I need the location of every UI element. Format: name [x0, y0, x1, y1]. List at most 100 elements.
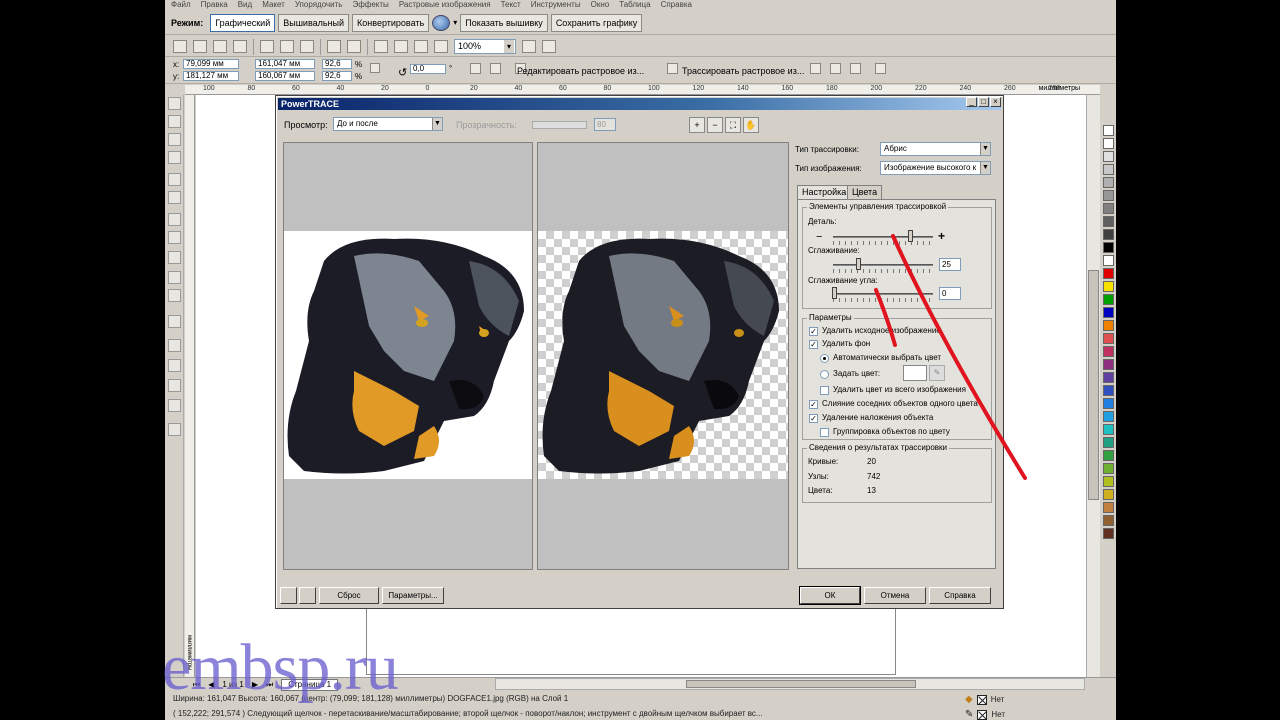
options-icon[interactable]	[542, 40, 556, 53]
y-position-field[interactable]: 181,127 мм	[183, 71, 239, 81]
tab-colors[interactable]: Цвета	[847, 185, 883, 199]
interactive-fill-icon[interactable]	[168, 399, 181, 412]
ellipse-tool-icon[interactable]	[168, 231, 181, 244]
preview-before-pane[interactable]	[283, 142, 533, 570]
eyedropper-icon[interactable]	[168, 339, 181, 352]
show-embroidery-button[interactable]: Показать вышивку	[460, 13, 548, 32]
color-swatch[interactable]	[1103, 216, 1114, 227]
wrap-text-icon[interactable]	[875, 63, 886, 74]
color-swatch[interactable]	[1103, 346, 1114, 357]
vertical-ruler[interactable]: миллиметры	[185, 95, 195, 685]
color-swatch-button[interactable]	[903, 365, 927, 381]
angle-field[interactable]: 0,0	[410, 64, 446, 74]
eyedropper-icon[interactable]: ✎	[929, 365, 945, 381]
corner-slider-thumb[interactable]	[832, 287, 837, 299]
menu-item[interactable]: Упорядочить	[295, 0, 343, 9]
tab-settings[interactable]: Настройка	[797, 185, 852, 199]
menu-item[interactable]: Таблица	[619, 0, 650, 9]
polygon-tool-icon[interactable]	[168, 251, 181, 264]
color-swatch[interactable]	[1103, 411, 1114, 422]
color-swatch[interactable]	[1103, 398, 1114, 409]
smart-fill-icon[interactable]	[168, 191, 181, 204]
menu-item[interactable]: Окно	[591, 0, 610, 9]
width-field[interactable]: 161,047 мм	[255, 59, 315, 69]
color-swatch[interactable]	[1103, 255, 1114, 266]
detail-slider-thumb[interactable]	[908, 230, 913, 242]
zoom-level-select[interactable]: 100%	[454, 39, 516, 54]
mirror-h-icon[interactable]	[470, 63, 481, 74]
auto-color-radio[interactable]	[820, 354, 829, 363]
resample-icon[interactable]	[830, 63, 841, 74]
image-type-select[interactable]: Изображение высокого к ▼	[880, 161, 991, 175]
smoothing-slider-thumb[interactable]	[856, 258, 861, 270]
delete-original-checkbox[interactable]: ✓	[809, 327, 818, 336]
color-swatch[interactable]	[1103, 424, 1114, 435]
copy-icon[interactable]	[280, 40, 294, 53]
basic-shapes-icon[interactable]	[168, 271, 181, 284]
save-graphics-button[interactable]: Сохранить графику	[550, 13, 643, 32]
cancel-button[interactable]: Отмена	[864, 587, 926, 604]
scroll-thumb[interactable]	[1088, 270, 1099, 500]
app-launcher-icon[interactable]	[414, 40, 428, 53]
plus-icon[interactable]: +	[938, 229, 945, 243]
merge-adjacent-checkbox[interactable]: ✓	[809, 400, 818, 409]
zoom-in-icon[interactable]: +	[689, 117, 705, 133]
outline-indicator[interactable]: ✎ Нет	[965, 709, 1005, 720]
color-swatch[interactable]	[1103, 281, 1114, 292]
color-swatch[interactable]	[1103, 385, 1114, 396]
color-swatch[interactable]	[1103, 294, 1114, 305]
transparency-field[interactable]: 80	[594, 118, 616, 131]
crop-tool-icon[interactable]	[168, 133, 181, 146]
corner-smoothing-field[interactable]: 0	[939, 287, 961, 300]
cut-icon[interactable]	[260, 40, 274, 53]
trace-bitmap-button[interactable]: Трассировать растровое из...	[682, 66, 804, 76]
color-swatch[interactable]	[1103, 268, 1114, 279]
text-tool-icon[interactable]	[168, 289, 181, 302]
trace-type-select[interactable]: Абрис ▼	[880, 142, 991, 156]
print-icon[interactable]	[233, 40, 247, 53]
color-swatch[interactable]	[1103, 437, 1114, 448]
corel-online-icon[interactable]	[434, 40, 448, 53]
horizontal-ruler[interactable]: миллиметры 100 80 60 40 20 0 20 40 60 80 100 120 140…	[185, 85, 1100, 95]
reset-button[interactable]: Сброс	[319, 587, 379, 604]
color-swatch[interactable]	[1103, 333, 1114, 344]
chevron-down-icon[interactable]: ▾	[453, 18, 457, 27]
pick-tool-icon[interactable]	[168, 97, 181, 110]
new-icon[interactable]	[173, 40, 187, 53]
menu-item[interactable]: Макет	[262, 0, 285, 9]
smoothing-field[interactable]: 25	[939, 258, 961, 271]
scroll-thumb[interactable]	[686, 680, 916, 688]
minus-icon[interactable]: −	[816, 231, 822, 243]
convert-button[interactable]: Конвертировать	[352, 13, 430, 32]
color-swatch[interactable]	[1103, 164, 1114, 175]
color-swatch[interactable]	[1103, 307, 1114, 318]
color-swatch[interactable]	[1103, 372, 1114, 383]
color-swatch[interactable]	[1103, 177, 1114, 188]
horizontal-scrollbar[interactable]	[495, 678, 1085, 690]
color-swatch[interactable]	[1103, 359, 1114, 370]
color-swatch[interactable]	[1103, 125, 1114, 136]
fill-tool-icon[interactable]	[168, 379, 181, 392]
open-icon[interactable]	[193, 40, 207, 53]
help-button[interactable]: Справка	[929, 587, 991, 604]
zoom-out-icon[interactable]: −	[707, 117, 723, 133]
paste-icon[interactable]	[300, 40, 314, 53]
scale-y-field[interactable]: 92,6	[322, 71, 352, 81]
close-icon[interactable]: ×	[990, 97, 1001, 107]
color-swatch[interactable]	[1103, 450, 1114, 461]
freehand-tool-icon[interactable]	[168, 173, 181, 186]
color-swatch[interactable]	[1103, 463, 1114, 474]
color-swatch[interactable]	[1103, 242, 1114, 253]
menu-item[interactable]: Справка	[661, 0, 692, 9]
color-swatch[interactable]	[1103, 489, 1114, 500]
mode-embroidery-button[interactable]: Вышивальный	[278, 13, 350, 32]
color-swatch[interactable]	[1103, 502, 1114, 513]
minimize-icon[interactable]: _	[966, 97, 977, 107]
remove-color-all-checkbox[interactable]	[820, 386, 829, 395]
menu-item[interactable]: Вид	[238, 0, 252, 9]
snap-icon[interactable]	[522, 40, 536, 53]
mirror-v-icon[interactable]	[490, 63, 501, 74]
trace-bitmap-icon[interactable]	[667, 63, 678, 74]
fill-indicator[interactable]: ◆ Нет	[965, 694, 1004, 705]
color-swatch[interactable]	[1103, 515, 1114, 526]
